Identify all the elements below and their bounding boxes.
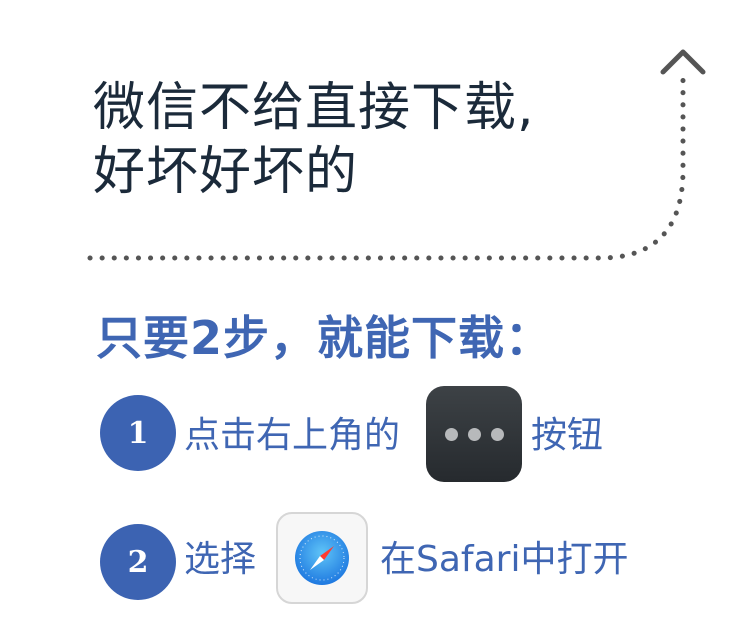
- safari-compass-icon: [276, 512, 368, 604]
- step-2-text-after: 在Safari中打开: [380, 539, 629, 580]
- arrow-up-icon: [660, 49, 706, 75]
- step-number-badge: 1: [100, 395, 176, 471]
- headline-line-1: 微信不给直接下载,: [93, 78, 535, 138]
- step-1-text-before: 点击右上角的: [184, 415, 401, 456]
- headline-line-2: 好坏好坏的: [93, 142, 359, 202]
- step-number-badge: 2: [100, 524, 176, 600]
- steps-title: 只要2步，就能下载：: [96, 311, 553, 365]
- step-2-text-before: 选择: [184, 539, 257, 580]
- headline: 微信不给直接下载, 好坏好坏的: [93, 76, 535, 204]
- step-1-text-after: 按钮: [531, 415, 604, 456]
- more-dots-icon: [426, 386, 522, 482]
